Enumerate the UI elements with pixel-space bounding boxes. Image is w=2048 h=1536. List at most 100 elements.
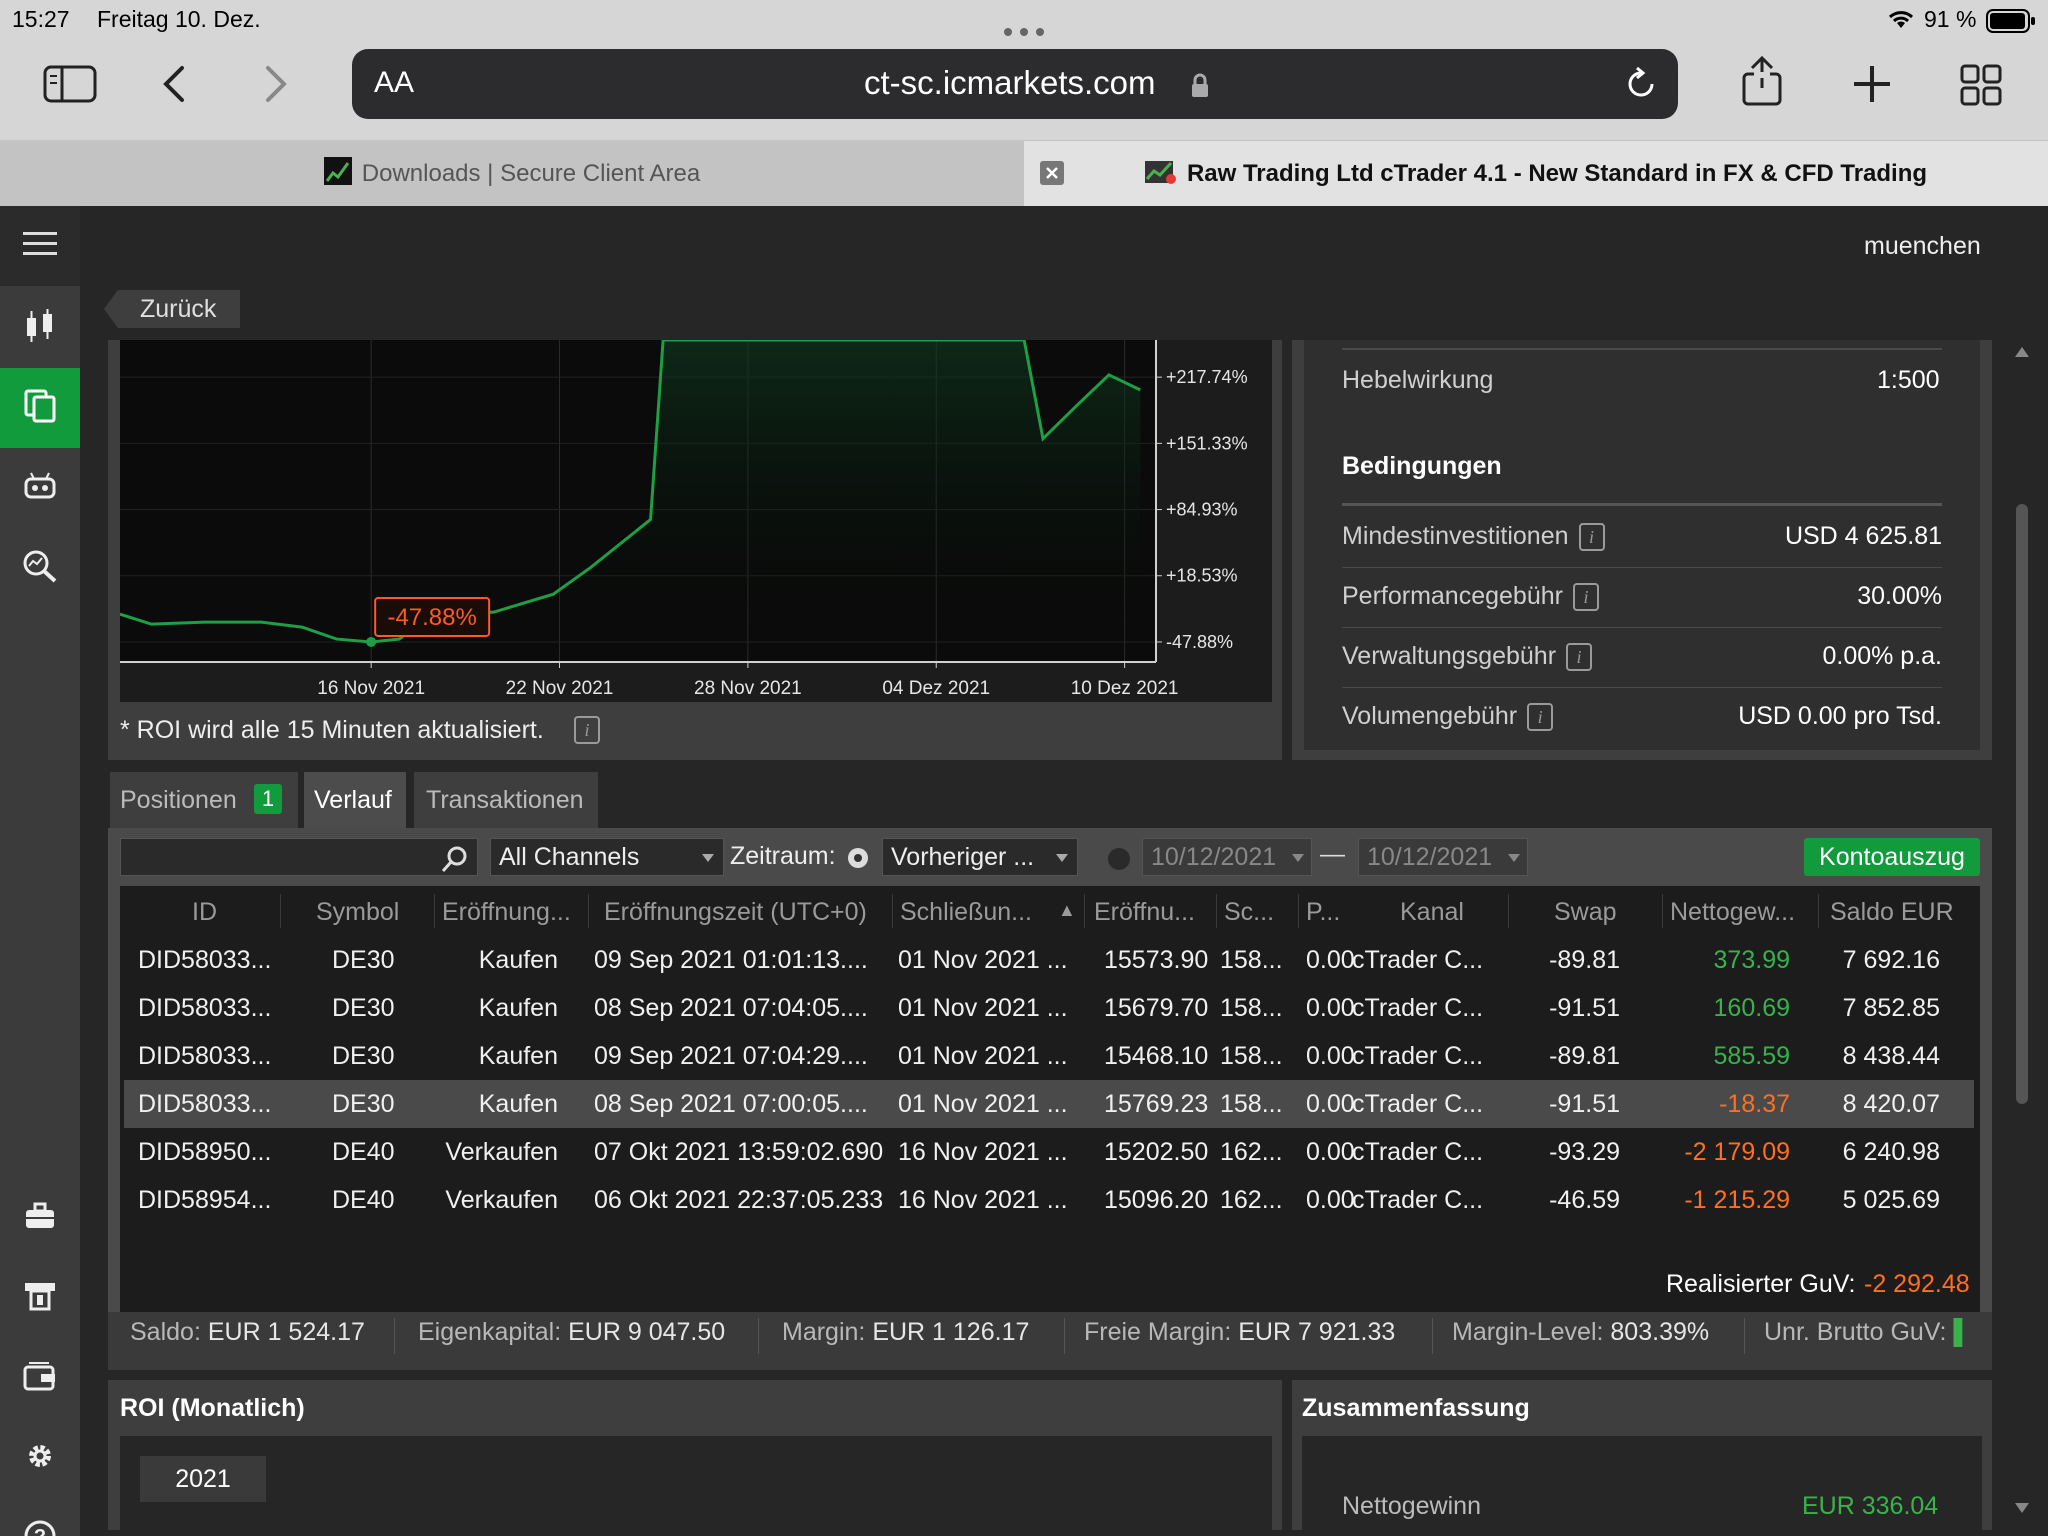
sidebar-item-settings[interactable] [0,1418,80,1498]
statement-button[interactable]: Kontoauszug [1804,838,1980,876]
column-header[interactable]: Symbol [316,898,399,927]
reload-icon[interactable] [1622,65,1660,111]
table-row[interactable]: DID58033... DE30 Kaufen 09 Sep 2021 01:01:1… [124,936,1974,984]
history-table: ID Symbol Eröffnung... Eröffnungszeit (U… [120,886,1980,1314]
text-size-button[interactable]: AA [374,66,414,100]
cell-p: 0.00 [1306,1042,1355,1070]
info-icon[interactable]: i [1572,583,1599,612]
cell-net: -1 215.29 [1684,1186,1790,1214]
close-tab-icon[interactable] [1040,161,1064,192]
info-icon[interactable]: i [1566,643,1593,672]
net-profit-label: Nettogewinn [1342,1492,1481,1520]
cell-id: DID58950... [138,1138,272,1166]
column-header[interactable]: Schließun... [900,898,1032,927]
new-tab-icon[interactable] [1852,64,1892,109]
cell-open-price: 15573.90 [1104,946,1209,974]
cell-net: 160.69 [1713,994,1790,1022]
net-profit-value: EUR 336.04 [1802,1492,1939,1520]
menu-button[interactable] [0,206,80,286]
cell-open-price: 15202.50 [1104,1138,1209,1166]
table-row[interactable]: DID58033... DE30 Kaufen 09 Sep 2021 07:04:2… [124,1032,1974,1080]
table-row[interactable]: DID58033... DE30 Kaufen 08 Sep 2021 07:00:0… [124,1080,1974,1128]
saldo-value: EUR 1 524.17 [207,1318,365,1346]
history-panel: All Channels Zeitraum: Vorheriger ... 10… [108,828,1992,1342]
scroll-up-icon[interactable] [2014,346,2030,358]
page-scrollbar[interactable] [2012,344,2032,1520]
back-icon[interactable] [160,64,190,109]
column-header[interactable]: Saldo EUR [1830,898,1954,927]
info-icon[interactable]: i [574,716,600,744]
column-header[interactable]: Eröffnu... [1094,898,1195,927]
search-input[interactable] [120,838,478,876]
info-icon[interactable]: i [1578,523,1605,552]
browser-tab-title: Raw Trading Ltd cTrader 4.1 - New Standa… [1186,160,1928,187]
tab-history[interactable]: Verlauf [304,772,406,828]
cell-close-time: 01 Nov 2021 ... [898,1042,1068,1070]
cell-open-price: 15769.23 [1104,1090,1209,1118]
svg-text:?: ? [34,1526,46,1536]
x-tick-label: 16 Nov 2021 [317,678,425,699]
period-radio-preset[interactable] [848,848,868,868]
address-bar[interactable]: AA ct-sc.icmarkets.com [352,49,1678,119]
candlestick-icon [24,308,56,349]
share-icon[interactable] [1740,55,1784,111]
cell-net: 585.59 [1713,1042,1790,1070]
ctrader-favicon-icon [1144,157,1177,192]
column-header[interactable]: ID [192,898,217,927]
period-select[interactable]: Vorheriger ... [882,838,1078,876]
tab-transactions[interactable]: Transaktionen [414,772,598,828]
realized-pnl-label: Realisierter GuV: [1666,1270,1856,1298]
cell-dir: Kaufen [478,994,558,1022]
battery-percent: 91 % [1924,6,1977,32]
column-header[interactable]: Eröffnungszeit (UTC+0) [604,898,867,927]
browser-tab-downloads[interactable]: Downloads | Secure Client Area [0,141,1024,207]
x-tick-label: 04 Dez 2021 [882,678,990,699]
table-row[interactable]: DID58033... DE30 Kaufen 08 Sep 2021 07:04:0… [124,984,1974,1032]
tab-positions[interactable]: Positionen 1 [110,772,298,828]
y-tick-label: -47.88% [1166,632,1233,652]
table-row[interactable]: DID58950... DE40 Verkaufen 07 Okt 2021 13:5… [124,1128,1974,1176]
cell-balance: 7 692.16 [1842,946,1940,974]
status-time: 15:27 [12,6,70,32]
sidebar-item-portfolio[interactable] [0,1178,80,1258]
sidebar-item-copy[interactable] [0,368,80,448]
table-row[interactable]: DID58954... DE40 Verkaufen 06 Okt 2021 22:3… [124,1176,1974,1224]
sidebar-item-automate[interactable] [0,448,80,528]
date-to-input[interactable]: 10/12/2021 [1358,838,1528,876]
browser-tab-ctrader[interactable]: Raw Trading Ltd cTrader 4.1 - New Standa… [1024,141,2048,207]
forward-icon[interactable] [260,64,290,109]
column-header[interactable]: Swap [1554,898,1617,927]
tab-overview-icon[interactable] [1960,64,2002,111]
sort-ascending-icon[interactable]: ▲ [1058,900,1076,921]
sidebar-toggle-icon[interactable] [42,64,98,109]
cell-close-price: 158... [1220,1042,1283,1070]
sidebar-item-withdraw[interactable] [0,1258,80,1338]
year-label: 2021 [140,1456,266,1502]
cell-channel: cTrader C... [1352,1138,1484,1166]
user-menu[interactable]: muenchen [1864,232,1981,261]
column-header[interactable]: P... [1306,898,1340,927]
channel-select[interactable]: All Channels [490,838,724,876]
sidebar-item-help[interactable]: ? [0,1498,80,1536]
period-select-value: Vorheriger ... [891,843,1035,871]
date-from-input[interactable]: 10/12/2021 [1142,838,1312,876]
column-header[interactable]: Nettogew... [1670,898,1795,927]
sidebar-item-trade[interactable] [0,288,80,368]
period-radio-custom[interactable] [1108,848,1130,870]
scrollbar-thumb[interactable] [2016,504,2028,1104]
column-header[interactable]: Kanal [1400,898,1464,927]
url-text[interactable]: ct-sc.icmarkets.com [864,64,1156,102]
cell-symbol: DE30 [332,946,395,974]
column-header[interactable]: Sc... [1224,898,1274,927]
sidebar-item-analyze[interactable] [0,528,80,608]
multitask-dots-icon[interactable] [1000,16,1048,36]
back-button[interactable]: Zurück [104,290,240,328]
scroll-down-icon[interactable] [2014,1502,2030,1514]
search-icon[interactable] [441,845,469,880]
date-from-value: 10/12/2021 [1151,843,1277,871]
sidebar-item-deposit[interactable] [0,1338,80,1418]
saldo-label: Saldo: [130,1318,201,1346]
date-to-value: 10/12/2021 [1367,843,1493,871]
info-icon[interactable]: i [1527,703,1554,732]
column-header[interactable]: Eröffnung... [442,898,571,927]
